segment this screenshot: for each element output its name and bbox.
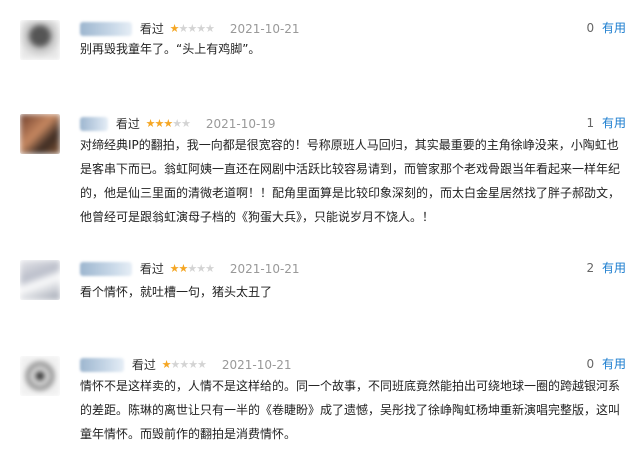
review-date: 2021-10-21: [229, 261, 300, 276]
useful-button[interactable]: 有用: [602, 21, 626, 35]
star-rating: ★★★★★: [161, 357, 207, 371]
review-action: 看过: [139, 21, 164, 36]
review-text: 情怀不是这样卖的，人情不是这样给的。同一个故事，不同班底竟然能拍出可绕地球一圈的…: [80, 379, 621, 441]
review-meta: 看过 ★★★★★ 2021-10-21: [80, 20, 300, 36]
review-date: 2021-10-19: [205, 116, 276, 131]
review-date: 2021-10-21: [229, 21, 300, 36]
review-action: 看过: [139, 261, 164, 276]
username-redacted[interactable]: [80, 261, 132, 276]
review-meta: 看过 ★★★★★ 2021-10-21: [80, 356, 292, 372]
useful-count: 2: [586, 261, 595, 275]
useful-button[interactable]: 有用: [602, 261, 626, 275]
username-redacted[interactable]: [80, 116, 108, 131]
username-redacted[interactable]: [80, 357, 124, 372]
review-meta: 看过 ★★★★★ 2021-10-19: [80, 115, 276, 131]
star-rating: ★★★★★: [169, 21, 215, 35]
avatar[interactable]: [20, 356, 60, 396]
review-action: 看过: [115, 116, 140, 131]
avatar[interactable]: [20, 114, 60, 154]
review-text: 别再毁我童年了。“头上有鸡脚”。: [80, 42, 261, 56]
username-redacted[interactable]: [80, 21, 132, 36]
avatar[interactable]: [20, 260, 60, 300]
useful-count: 0: [586, 21, 595, 35]
star-rating: ★★★★★: [145, 116, 191, 130]
useful-button[interactable]: 有用: [602, 357, 626, 371]
review-meta: 看过 ★★★★★ 2021-10-21: [80, 260, 300, 276]
avatar[interactable]: [20, 20, 60, 60]
useful-vote: 1 有用: [587, 115, 626, 131]
useful-count: 1: [586, 116, 595, 130]
review-text: 对缔经典IP的翻拍，我一向都是很宽容的！号称原班人马回归，其实最重要的主角徐峥没…: [80, 138, 621, 224]
useful-vote: 0 有用: [587, 20, 626, 36]
useful-vote: 2 有用: [587, 260, 626, 276]
review-text: 看个情怀，就吐槽一句，猪头太丑了: [80, 285, 273, 299]
star-rating: ★★★★★: [169, 261, 215, 275]
useful-button[interactable]: 有用: [602, 116, 626, 130]
useful-vote: 0 有用: [587, 356, 626, 372]
useful-count: 0: [586, 357, 595, 371]
review-date: 2021-10-21: [221, 357, 292, 372]
review-action: 看过: [131, 357, 156, 372]
